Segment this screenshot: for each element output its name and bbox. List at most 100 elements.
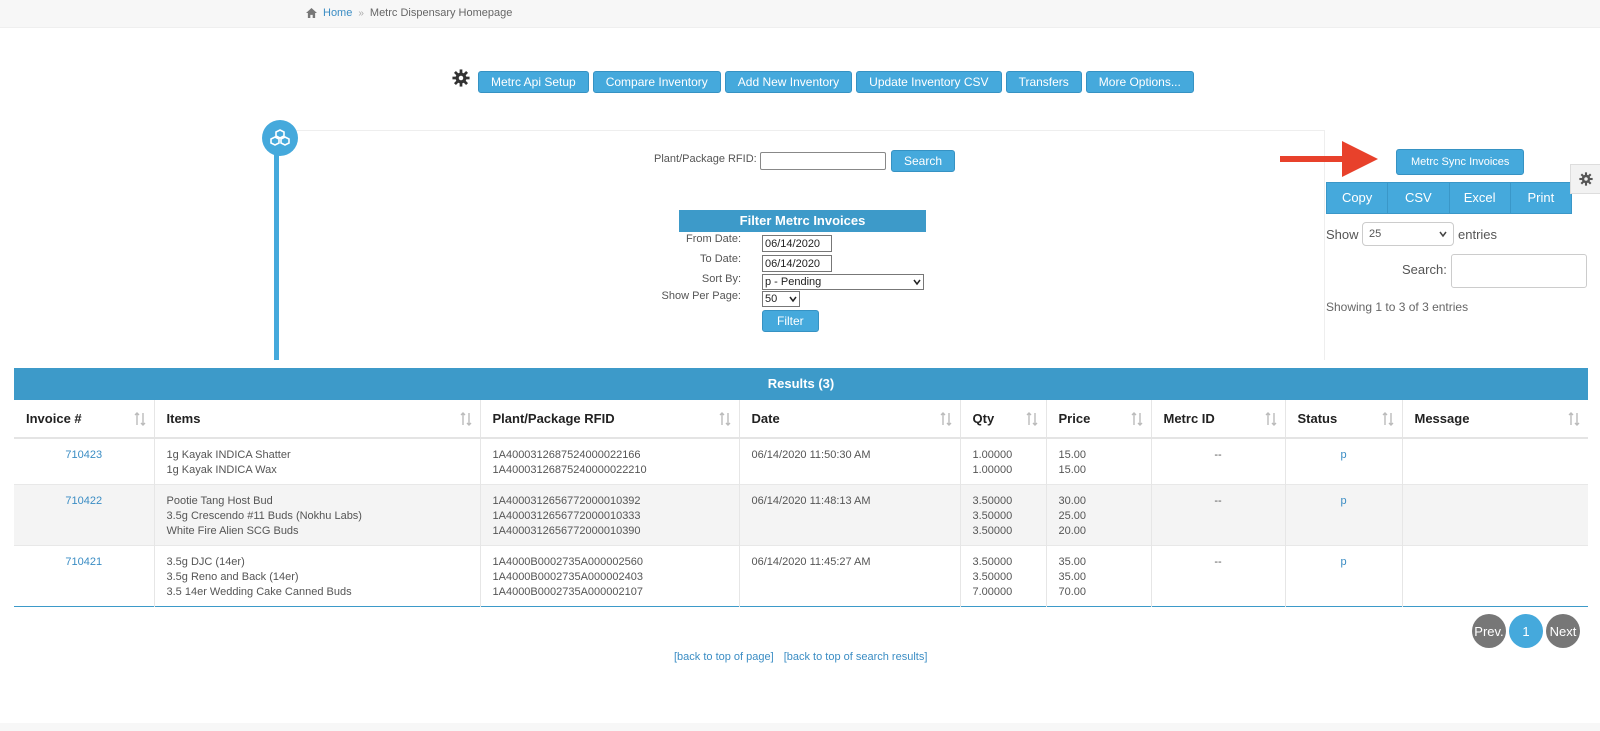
back-to-results-link[interactable]: [back to top of search results] (784, 651, 928, 663)
results-table: Invoice # Items Plant/Package RFID Date Qty P… (14, 400, 1588, 607)
invoice-cell: 710422 (14, 484, 154, 546)
to-date-label: To Date: (700, 253, 741, 265)
price-cell: 30.00 25.00 20.00 (1045, 484, 1151, 546)
csv-button[interactable]: CSV (1388, 183, 1450, 213)
footer-links: [back to top of page] [back to top of se… (674, 651, 927, 663)
more-options-button[interactable]: More Options... (1085, 71, 1194, 93)
metrc-sync-invoices-button[interactable]: Metrc Sync Invoices (1396, 149, 1525, 175)
entries-value: 25 (1369, 228, 1382, 240)
invoice-cell: 710421 (14, 545, 154, 607)
date-cell: 06/14/2020 11:45:27 AM (738, 545, 960, 607)
per-page-value: 50 (765, 293, 778, 305)
item-name: 3.5g Crescendo #11 Buds (Nokhu Labs) (166, 510, 362, 522)
message-cell (1401, 437, 1588, 485)
invoice-link[interactable]: 710421 (65, 556, 102, 568)
breadcrumb-home-link[interactable]: Home (323, 7, 352, 19)
status-cell: p (1284, 484, 1402, 546)
item-name: 1g Kayak INDICA Shatter (166, 449, 291, 461)
sort-icon (134, 412, 145, 426)
rfid-value: 1A4000312687524000022166 (492, 449, 641, 461)
rfid-search-button[interactable]: Search (891, 150, 956, 172)
price-value: 35.00 (1058, 571, 1087, 583)
results-title: Results (3) (14, 368, 1588, 400)
qty-column-header[interactable]: Qty (959, 400, 1046, 439)
items-cell: 1g Kayak INDICA Shatter 1g Kayak INDICA W… (153, 437, 480, 485)
home-icon (306, 8, 317, 18)
rfid-value: 1A4000B0002735A000002560 (492, 556, 643, 568)
column-header-label: Qty (972, 411, 995, 426)
from-date-label: From Date: (685, 233, 741, 245)
price-column-header[interactable]: Price (1045, 400, 1151, 439)
price-cell: 15.00 15.00 (1045, 437, 1151, 485)
status-cell: p (1284, 437, 1402, 485)
update-inventory-csv-button[interactable]: Update Inventory CSV (856, 71, 1002, 93)
from-date-input[interactable] (762, 235, 832, 252)
date-column-header[interactable]: Date (738, 400, 960, 439)
column-header-label: Message (1414, 411, 1470, 426)
next-page-button[interactable]: Next (1546, 614, 1580, 648)
transfers-button[interactable]: Transfers (1005, 71, 1082, 93)
table-search-input[interactable] (1451, 254, 1587, 288)
caret-down-icon (1439, 231, 1447, 238)
message-cell (1401, 484, 1588, 546)
status-link[interactable]: p (1340, 556, 1346, 568)
rfid-input[interactable] (760, 152, 886, 170)
add-new-inventory-button[interactable]: Add New Inventory (724, 71, 853, 93)
metrc-id-column-header[interactable]: Metrc ID (1150, 400, 1285, 439)
cubes-icon (270, 129, 290, 146)
qty-value: 1.00000 (972, 464, 1013, 476)
bottom-bar (0, 723, 1600, 731)
qty-cell: 1.00000 1.00000 (959, 437, 1046, 485)
items-column-header[interactable]: Items (153, 400, 480, 439)
filter-button[interactable]: Filter (762, 310, 819, 332)
status-column-header[interactable]: Status (1284, 400, 1402, 439)
entries-label: entries (1458, 227, 1498, 242)
copy-button[interactable]: Copy (1327, 183, 1389, 213)
price-value: 35.00 (1058, 556, 1087, 568)
invoice-column-header[interactable]: Invoice # (14, 400, 154, 439)
invoice-link[interactable]: 710423 (65, 449, 102, 461)
current-page-button[interactable]: 1 (1509, 614, 1543, 648)
sort-icon (460, 412, 471, 426)
sort-icon (719, 412, 730, 426)
price-cell: 35.00 35.00 70.00 (1045, 545, 1151, 607)
caret-down-icon (913, 279, 921, 286)
sort-by-select[interactable]: p - Pending (762, 274, 924, 290)
date-cell: 06/14/2020 11:50:30 AM (738, 437, 960, 485)
status-link[interactable]: p (1340, 495, 1346, 507)
qty-value: 3.50000 (972, 571, 1013, 583)
caret-down-icon (789, 296, 797, 303)
table-row: 710422 Pootie Tang Host Bud 3.5g Crescendo… (14, 484, 1588, 546)
message-column-header[interactable]: Message (1401, 400, 1588, 439)
compare-inventory-button[interactable]: Compare Inventory (592, 71, 721, 93)
excel-button[interactable]: Excel (1449, 183, 1511, 213)
arrow-right-icon (1280, 141, 1378, 177)
status-cell: p (1284, 545, 1402, 607)
breadcrumb-current: Metrc Dispensary Homepage (369, 7, 513, 19)
rfid-column-header[interactable]: Plant/Package RFID (479, 400, 739, 439)
rfid-value: 1A4000312656772000010392 (492, 495, 641, 507)
metrc-api-setup-button[interactable]: Metrc Api Setup (478, 71, 589, 93)
date-value: 06/14/2020 11:48:13 AM (751, 495, 871, 507)
to-date-input[interactable] (762, 255, 832, 272)
per-page-select[interactable]: 50 (762, 291, 800, 307)
gear-icon[interactable] (452, 69, 470, 87)
metrc-id-value: -- (1214, 495, 1222, 507)
item-name: Pootie Tang Host Bud (166, 495, 273, 507)
filter-title: Filter Metrc Invoices (679, 210, 926, 232)
invoice-link[interactable]: 710422 (65, 495, 102, 507)
date-value: 06/14/2020 11:50:30 AM (751, 449, 871, 461)
qty-cell: 3.50000 3.50000 3.50000 (959, 484, 1046, 546)
price-value: 25.00 (1058, 510, 1087, 522)
date-cell: 06/14/2020 11:48:13 AM (738, 484, 960, 546)
rfid-value: 1A4000312656772000010333 (492, 510, 641, 522)
prev-page-button[interactable]: Prev. (1472, 614, 1506, 648)
back-to-top-link[interactable]: [back to top of page] (674, 651, 774, 663)
side-settings-tab[interactable] (1570, 164, 1600, 194)
entries-select[interactable]: 25 (1362, 222, 1454, 246)
print-button[interactable]: Print (1510, 183, 1571, 213)
status-link[interactable]: p (1340, 449, 1346, 461)
item-name: 3.5 14er Wedding Cake Canned Buds (166, 586, 352, 598)
items-cell: Pootie Tang Host Bud 3.5g Crescendo #11 B… (153, 484, 480, 546)
rfid-value: 1A4000B0002735A000002403 (492, 571, 643, 583)
